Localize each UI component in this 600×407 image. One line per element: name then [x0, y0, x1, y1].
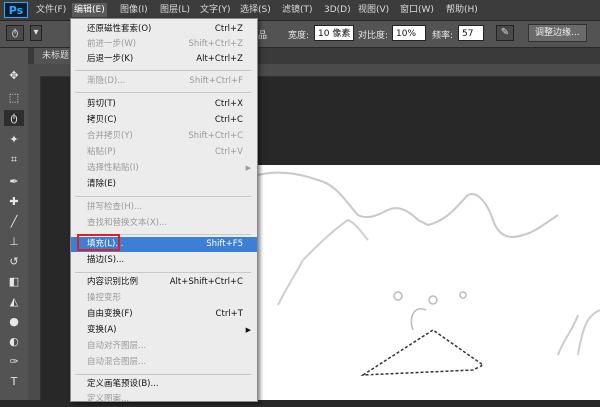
eyedropper-tool-icon[interactable]: ✒: [4, 174, 24, 190]
menu-item-define-brush[interactable]: 定义画笔预设(B)...: [71, 377, 257, 392]
menu-item-clear[interactable]: 清除(E): [71, 177, 257, 192]
healing-brush-tool-icon[interactable]: ✚: [4, 194, 24, 210]
marquee-tool-icon[interactable]: ⬚: [4, 90, 24, 106]
menu-item-find-replace[interactable]: 查找和替换文本(X)...: [71, 216, 257, 231]
menu-item-puppet-warp[interactable]: 操控变形: [71, 291, 257, 306]
history-brush-tool-icon[interactable]: ↺: [4, 254, 24, 270]
menu-image[interactable]: 图像(I): [118, 3, 150, 17]
menu-item-transform[interactable]: 变换(A) ▶: [71, 323, 257, 338]
frequency-input[interactable]: 57: [458, 25, 484, 41]
menu-separator: [75, 272, 251, 273]
edit-menu-dropdown: 还原磁性套索(O) Ctrl+Z 前进一步(W) Shift+Ctrl+Z 后退…: [70, 18, 258, 404]
cloud-outline-edge: [277, 259, 304, 306]
menu-item-paste[interactable]: 粘贴(P) Ctrl+V: [71, 145, 257, 160]
clone-stamp-tool-icon[interactable]: ⊥: [4, 234, 24, 250]
menu-layer[interactable]: 图层(L): [158, 3, 192, 17]
paint-bucket-tool-icon[interactable]: ◭: [4, 294, 24, 310]
menu-item-step-backward[interactable]: 后退一步(K) Alt+Ctrl+Z: [71, 52, 257, 67]
quick-selection-tool-icon[interactable]: ✦: [4, 132, 24, 148]
menu-item-cut[interactable]: 剪切(T) Ctrl+X: [71, 97, 257, 112]
pen-pressure-icon[interactable]: ✎: [496, 25, 514, 41]
menu-file[interactable]: 文件(F): [34, 3, 68, 17]
menu-select[interactable]: 选择(S): [238, 3, 273, 17]
photoshop-logo: Ps: [4, 2, 28, 18]
width-label: 宽度:: [288, 31, 310, 41]
menu-view[interactable]: 视图(V): [356, 3, 391, 17]
blur-tool-icon[interactable]: ●: [4, 314, 24, 330]
menu-item-auto-blend-layers[interactable]: 自动混合图层...: [71, 355, 257, 370]
right-outline-2: [557, 314, 579, 356]
small-shape-2: [428, 295, 438, 305]
menu-separator: [75, 196, 251, 197]
refine-edge-button[interactable]: 调整边缘...: [528, 24, 587, 42]
pen-tool-icon[interactable]: ✑: [4, 354, 24, 370]
menu-type[interactable]: 文字(Y): [198, 3, 233, 17]
crop-tool-icon[interactable]: ⌗: [4, 152, 24, 168]
menu-item-stroke[interactable]: 描边(S)...: [71, 253, 257, 268]
type-tool-icon[interactable]: T: [4, 374, 24, 390]
contrast-input[interactable]: 10%: [392, 25, 426, 41]
magnetic-lasso-icon[interactable]: ტ: [6, 25, 24, 41]
partial-label: 品: [258, 31, 268, 41]
submenu-arrow-icon: ▶: [245, 326, 251, 334]
small-shape-3: [459, 291, 467, 299]
menu-item-spell-check[interactable]: 拼写检查(H)...: [71, 200, 257, 215]
dodge-tool-icon[interactable]: ◐: [4, 334, 24, 350]
tools-panel: ✥ ⬚ ტ ✦ ⌗ ✒ ✚ ╱ ⊥ ↺ ◧ ◭ ● ◐ ✑ T: [0, 48, 29, 400]
menu-item-copy[interactable]: 拷贝(C) Ctrl+C: [71, 113, 257, 128]
menu-item-paste-special[interactable]: 选择性粘贴(I) ▶: [71, 161, 257, 176]
menu-window[interactable]: 窗口(W): [398, 3, 436, 17]
brush-tool-icon[interactable]: ╱: [4, 214, 24, 230]
cloud-outline-top: [257, 171, 559, 238]
canvas-document[interactable]: [257, 165, 600, 400]
submenu-arrow-icon: ▶: [245, 164, 251, 172]
menu-separator: [75, 70, 251, 71]
lasso-tool-icon[interactable]: ტ: [4, 110, 24, 126]
vertical-ruler[interactable]: [28, 76, 41, 400]
menu-edit[interactable]: 编辑(E): [72, 3, 107, 17]
annotation-highlight-box: [77, 234, 120, 251]
menu-item-undo[interactable]: 还原磁性套索(O) Ctrl+Z: [71, 22, 257, 37]
move-tool-icon[interactable]: ✥: [4, 68, 24, 84]
eraser-tool-icon[interactable]: ◧: [4, 274, 24, 290]
menu-separator: [75, 374, 251, 375]
frequency-label: 频率:: [432, 31, 454, 41]
right-outline: [577, 309, 600, 356]
cloud-outline-left: [302, 218, 369, 261]
selection-marquee[interactable]: [360, 329, 485, 376]
canvas-artwork: [257, 171, 600, 378]
menu-item-auto-align-layers[interactable]: 自动对齐图层...: [71, 339, 257, 354]
small-curve: [410, 308, 427, 331]
small-shape-1: [393, 291, 403, 301]
menu-separator: [75, 92, 251, 93]
menu-help[interactable]: 帮助(H): [444, 3, 480, 17]
width-input[interactable]: 10 像素: [314, 25, 354, 41]
menu-item-fade[interactable]: 渐隐(D)... Shift+Ctrl+F: [71, 74, 257, 89]
menu-item-copy-merged[interactable]: 合并拷贝(Y) Shift+Ctrl+C: [71, 129, 257, 144]
menu-item-content-aware-scale[interactable]: 内容识别比例 Alt+Shift+Ctrl+C: [71, 275, 257, 290]
menu-filter[interactable]: 滤镜(T): [280, 3, 315, 17]
menu-3d[interactable]: 3D(D): [322, 3, 353, 17]
contrast-label: 对比度:: [358, 31, 389, 41]
menu-item-step-forward[interactable]: 前进一步(W) Shift+Ctrl+Z: [71, 37, 257, 52]
chevron-down-icon[interactable]: ▾: [30, 25, 42, 41]
menu-item-free-transform[interactable]: 自由变换(F) Ctrl+T: [71, 307, 257, 322]
